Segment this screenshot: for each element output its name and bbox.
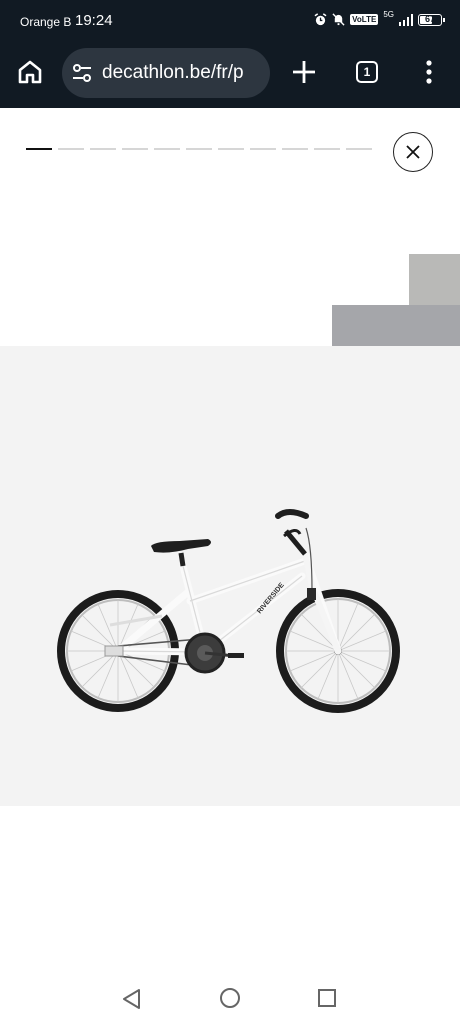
- battery-tip: [443, 17, 445, 22]
- progress-segment: [218, 148, 244, 150]
- progress-segment: [250, 148, 276, 150]
- battery-icon: 67: [418, 13, 445, 26]
- progress-segment: [314, 148, 340, 150]
- status-bar: Orange B 19:24 VoLTE 5G 67: [0, 0, 460, 44]
- progress-segment: [58, 148, 84, 150]
- close-icon: [406, 145, 420, 159]
- progress-segment: [154, 148, 180, 150]
- back-icon[interactable]: [120, 987, 142, 1011]
- gallery-progress-indicator: [26, 148, 372, 150]
- url-text[interactable]: decathlon.be/fr/p: [102, 62, 262, 84]
- seat: [151, 539, 211, 567]
- home-circle-icon[interactable]: [219, 987, 241, 1009]
- gallery-thumbnail[interactable]: [409, 254, 460, 305]
- tab-switcher-button[interactable]: 1: [356, 61, 378, 83]
- signal-icon: [399, 13, 413, 26]
- status-time: 19:24: [75, 12, 113, 29]
- home-icon[interactable]: [14, 56, 46, 88]
- address-bar-row: decathlon.be/fr/p 1: [0, 44, 460, 100]
- progress-segment: [90, 148, 116, 150]
- product-image-area[interactable]: RIVERSIDE: [0, 346, 460, 806]
- close-button[interactable]: [393, 132, 433, 172]
- progress-segment: [26, 148, 52, 150]
- volte-badge: VoLTE: [350, 14, 379, 25]
- bicycle-image: RIVERSIDE: [57, 509, 400, 713]
- recent-apps-icon[interactable]: [317, 988, 337, 1008]
- battery-level: 67: [424, 13, 435, 24]
- gallery-thumbnail[interactable]: [332, 305, 460, 346]
- system-nav-bar: [0, 975, 460, 1024]
- progress-segment: [346, 148, 372, 150]
- new-tab-plus-icon[interactable]: [290, 58, 318, 86]
- progress-segment: [122, 148, 148, 150]
- progress-segment: [186, 148, 212, 150]
- network-type: 5G: [383, 10, 394, 19]
- alarm-icon: [314, 13, 327, 26]
- status-icons: VoLTE 5G 67: [314, 10, 445, 26]
- frame-brand-text: RIVERSIDE: [256, 582, 286, 616]
- carrier-label: Orange B: [20, 15, 72, 29]
- more-vert-icon[interactable]: [420, 58, 438, 86]
- url-bar[interactable]: decathlon.be/fr/p: [62, 48, 270, 98]
- tune-icon[interactable]: [71, 62, 93, 84]
- bell-off-icon: [332, 13, 345, 26]
- progress-segment: [282, 148, 308, 150]
- browser-top-bar: Orange B 19:24 VoLTE 5G 67 decathlon.be/…: [0, 0, 460, 108]
